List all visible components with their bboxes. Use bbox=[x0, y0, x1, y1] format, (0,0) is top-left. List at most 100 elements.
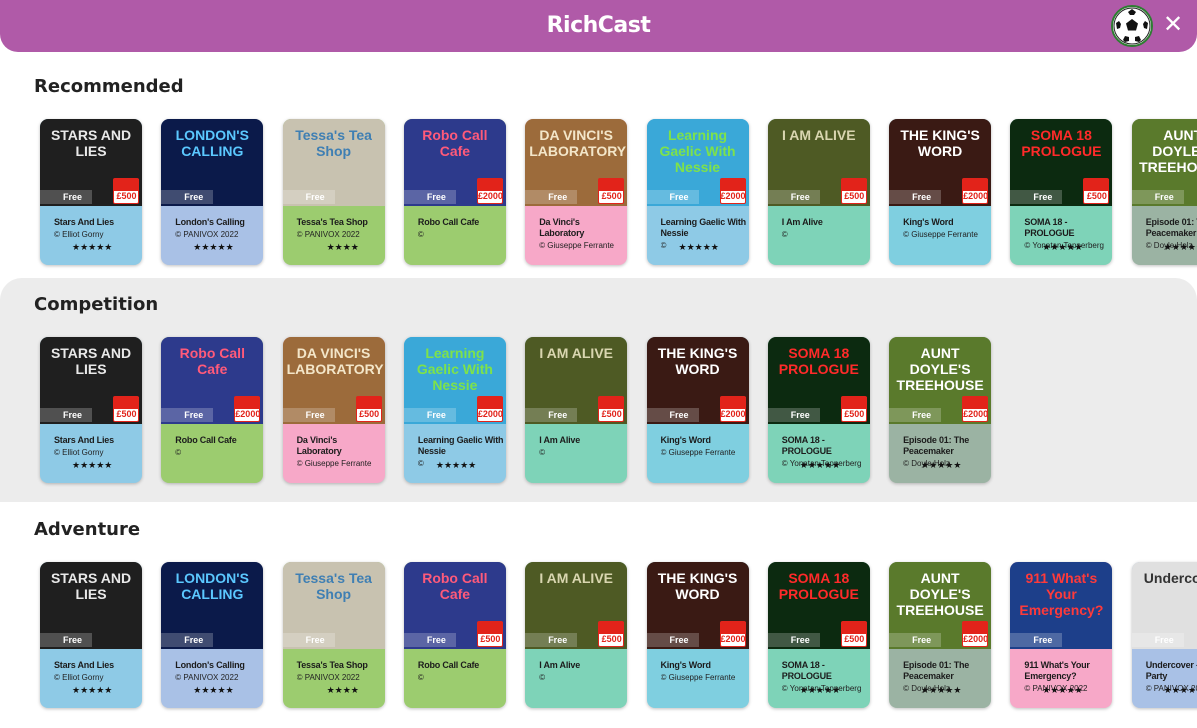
story-cover: STARS AND LIES Free bbox=[40, 562, 142, 649]
story-author: © Giuseppe Ferrante bbox=[903, 230, 978, 239]
story-card[interactable]: Tessa's Tea Shop Free Tessa's Tea Shop © PA… bbox=[282, 562, 385, 708]
story-card[interactable]: I AM ALIVE Free £500 I Am Alive © bbox=[525, 562, 628, 708]
story-title: 911 What's Your Emergency? bbox=[1024, 660, 1090, 681]
story-card[interactable]: Robo Call Cafe Free £2000 Robo Call Cafe © bbox=[161, 337, 264, 483]
story-info: I Am Alive © bbox=[525, 424, 627, 483]
free-label: Free bbox=[403, 633, 456, 647]
prize-badge: £2000 bbox=[719, 621, 746, 647]
story-title: Learning Gaelic With Nessie bbox=[660, 217, 747, 238]
cover-title: SOMA 18 PROLOGUE bbox=[778, 345, 859, 377]
story-card[interactable]: SOMA 18 PROLOGUE Free £500 SOMA 18 - PROLOG… bbox=[1010, 119, 1113, 265]
story-card[interactable]: SOMA 18 PROLOGUE Free £500 SOMA 18 - PROLOG… bbox=[767, 562, 870, 708]
story-title: Episode 01: The Peacemaker bbox=[903, 435, 970, 456]
free-label: Free bbox=[889, 408, 942, 422]
story-card[interactable]: LONDON'S CALLING Free London's Calling © PA… bbox=[161, 119, 264, 265]
cover-title: Tessa's Tea Shop bbox=[295, 127, 372, 159]
story-cover: AUNT DOYLE'S TREEHOUSE Free £2000 bbox=[889, 562, 992, 649]
prize-value: £500 bbox=[844, 634, 865, 644]
prize-value: £500 bbox=[844, 409, 865, 419]
cover-title: STARS AND LIES bbox=[50, 127, 132, 159]
story-cover: Robo Call Cafe Free £2000 bbox=[403, 119, 506, 206]
cover-title: AUNT DOYLE'S TREEHOUSE bbox=[896, 570, 984, 618]
story-info: King's Word © Giuseppe Ferrante bbox=[647, 649, 749, 708]
prize-value: £2000 bbox=[720, 191, 746, 201]
story-card[interactable]: Tessa's Tea Shop Free Tessa's Tea Shop © PA… bbox=[282, 119, 385, 265]
story-card[interactable]: AUNT DOYLE'S TREEHOUSE Free £2000 Episode 0… bbox=[889, 562, 992, 708]
story-info: SOMA 18 - PROLOGUE © Yonatan Tepperberg ★★… bbox=[1010, 206, 1112, 265]
story-info: Stars And Lies © Elliot Gorny ★★★★★ bbox=[40, 206, 142, 265]
free-label: Free bbox=[403, 408, 456, 422]
prize-badge: £500 bbox=[598, 178, 625, 204]
close-icon: ✕ bbox=[1162, 11, 1184, 38]
free-label: Free bbox=[525, 408, 578, 422]
free-label: Free bbox=[646, 408, 699, 422]
story-card[interactable]: THE KING'S WORD Free £2000 King's Word © Giu… bbox=[646, 562, 749, 708]
story-card[interactable]: I AM ALIVE Free £500 I Am Alive © bbox=[525, 337, 628, 483]
story-card[interactable]: I AM ALIVE Free £500 I Am Alive © bbox=[767, 119, 870, 265]
cover-title: LONDON'S CALLING bbox=[175, 570, 249, 602]
story-info: Learning Gaelic With Nessie © ★★★★★ bbox=[647, 206, 749, 265]
prize-value: £2000 bbox=[963, 634, 989, 644]
story-card[interactable]: AUNT DOYLE'S TREEHOUSE Free £2000 Episode 0… bbox=[889, 337, 992, 483]
cover-title: STARS AND LIES bbox=[50, 570, 132, 602]
close-button[interactable]: ✕ bbox=[1162, 12, 1184, 38]
prize-value: £500 bbox=[116, 409, 137, 419]
story-card[interactable]: Undercover Free Undercover - Emb... Party©… bbox=[1131, 562, 1197, 708]
story-cover: Robo Call Cafe Free £2000 bbox=[161, 337, 264, 424]
story-author: © PANIVOX 2022 bbox=[175, 230, 239, 239]
story-cover: AUNT DOYLE'S TREEHOUSE Free bbox=[1131, 119, 1197, 206]
story-card[interactable]: STARS AND LIES Free £500 Stars And Lies © El… bbox=[40, 119, 142, 265]
story-author: © PANIVOX 2022 bbox=[296, 673, 360, 682]
story-card[interactable]: DA VINCI'S LABORATORY Free £500 Da Vinci's … bbox=[282, 337, 385, 483]
cover-title: Robo Call Cafe bbox=[422, 127, 488, 159]
story-cover: Learning Gaelic With Nessie Free £2000 bbox=[646, 119, 749, 206]
story-title: Undercover - Emb... Party bbox=[1145, 660, 1197, 681]
story-title: King's Word bbox=[660, 435, 711, 445]
story-cover: I AM ALIVE Free £500 bbox=[525, 337, 628, 424]
football-icon bbox=[1113, 7, 1151, 45]
story-card[interactable]: LONDON'S CALLING Free London's Calling © PA… bbox=[161, 562, 264, 708]
story-card[interactable]: Robo Call Cafe Free £2000 Robo Call Cafe © bbox=[403, 119, 506, 265]
story-card[interactable]: THE KING'S WORD Free £2000 King's Word © Giu… bbox=[889, 119, 992, 265]
prize-value: £2000 bbox=[477, 191, 503, 201]
story-author: © PANIVOX 2022 bbox=[296, 230, 360, 239]
story-info: King's Word © Giuseppe Ferrante bbox=[889, 206, 991, 265]
star-rating: ★★★★★ bbox=[678, 242, 719, 252]
story-card[interactable]: STARS AND LIES Free Stars And Lies © Elliot… bbox=[40, 562, 142, 708]
story-cover: SOMA 18 PROLOGUE Free £500 bbox=[1010, 119, 1113, 206]
story-card[interactable]: Learning Gaelic With Nessie Free £2000 Lear… bbox=[403, 337, 506, 483]
story-card[interactable]: DA VINCI'S LABORATORY Free £500 Da Vinci's … bbox=[525, 119, 628, 265]
story-card[interactable]: SOMA 18 PROLOGUE Free £500 SOMA 18 - PROLOG… bbox=[767, 337, 870, 483]
cover-title: Robo Call Cafe bbox=[179, 345, 245, 377]
cover-title: DA VINCI'S LABORATORY bbox=[529, 127, 627, 159]
cover-title: LONDON'S CALLING bbox=[175, 127, 249, 159]
story-info: London's Calling © PANIVOX 2022 ★★★★★ bbox=[161, 649, 263, 708]
star-rating: ★★★★ bbox=[326, 242, 359, 252]
story-card[interactable]: Learning Gaelic With Nessie Free £2000 Lear… bbox=[646, 119, 749, 265]
shelf-competition: Competition STARS AND LIES Free £500 Stars A… bbox=[0, 278, 1197, 502]
story-cover: DA VINCI'S LABORATORY Free £500 bbox=[525, 119, 628, 206]
story-author: © bbox=[417, 673, 424, 682]
shelf-title: Recommended bbox=[34, 76, 184, 97]
story-author: © bbox=[539, 448, 546, 457]
story-card[interactable]: Robo Call Cafe Free £500 Robo Call Cafe © bbox=[403, 562, 506, 708]
story-cover: 911 What's Your Emergency? Free bbox=[1010, 562, 1113, 649]
story-cover: I AM ALIVE Free £500 bbox=[767, 119, 870, 206]
cover-title: AUNT DOYLE'S TREEHOUSE bbox=[896, 345, 984, 393]
user-avatar[interactable] bbox=[1111, 5, 1153, 47]
app-logo: RichCast bbox=[546, 13, 651, 38]
star-rating: ★★★★★ bbox=[1163, 242, 1197, 252]
story-info: I Am Alive © bbox=[768, 206, 870, 265]
story-card[interactable]: STARS AND LIES Free £500 Stars And Lies © El… bbox=[40, 337, 142, 483]
star-rating: ★★★★★ bbox=[921, 685, 962, 695]
story-card[interactable]: AUNT DOYLE'S TREEHOUSE Free Episode 01: Th… bbox=[1131, 119, 1197, 265]
cover-title: SOMA 18 PROLOGUE bbox=[1021, 127, 1102, 159]
top-bar: RichCast ✕ bbox=[0, 0, 1197, 52]
story-card[interactable]: THE KING'S WORD Free £2000 King's Word © Giu… bbox=[646, 337, 749, 483]
prize-badge: £500 bbox=[598, 621, 625, 647]
story-card[interactable]: 911 What's Your Emergency? Free 911 What's… bbox=[1010, 562, 1113, 708]
story-title: Episode 01: The Peacemaker bbox=[1145, 217, 1197, 238]
shelf-recommended: Recommended STARS AND LIES Free £500 Stars A… bbox=[0, 60, 1197, 284]
story-title: I Am Alive bbox=[781, 217, 823, 227]
free-label: Free bbox=[282, 633, 335, 647]
